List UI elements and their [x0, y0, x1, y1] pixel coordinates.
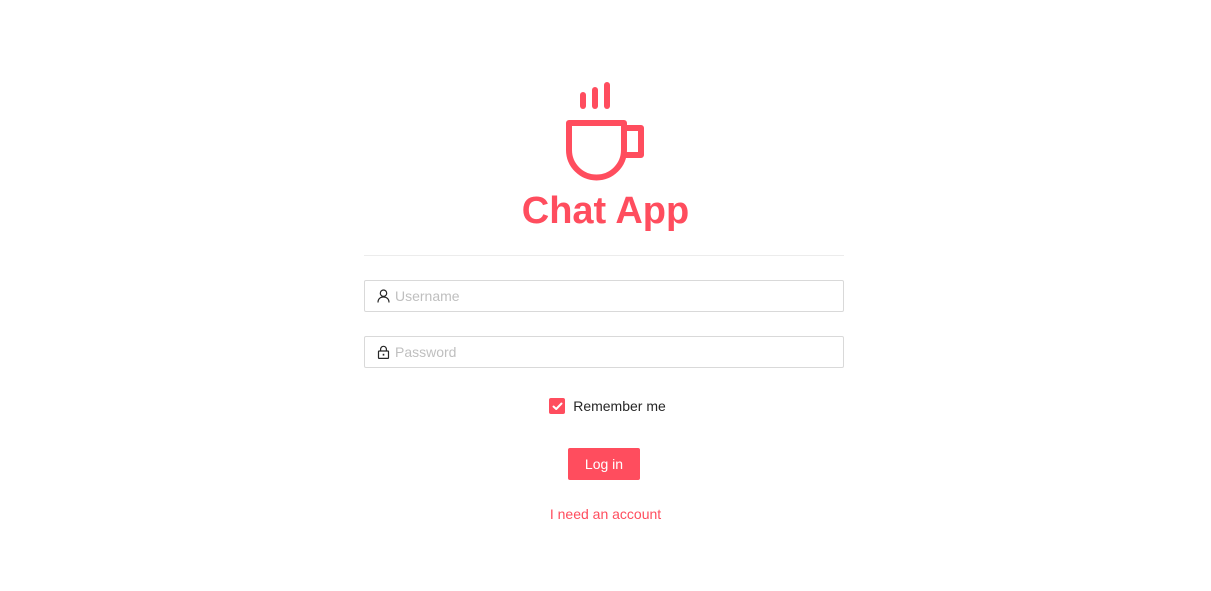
- coffee-cup-icon: [565, 82, 644, 181]
- header-divider: [364, 255, 844, 256]
- register-link[interactable]: I need an account: [0, 506, 1211, 522]
- password-field[interactable]: [364, 336, 844, 368]
- username-field[interactable]: [364, 280, 844, 312]
- remember-checkbox[interactable]: [549, 398, 566, 414]
- brand-header: Chat App: [0, 82, 1211, 234]
- username-input[interactable]: [395, 282, 843, 310]
- remember-label: Remember me: [573, 398, 666, 414]
- lock-icon: [376, 345, 390, 359]
- password-input[interactable]: [395, 338, 843, 366]
- login-button[interactable]: Log in: [568, 448, 640, 480]
- remember-me[interactable]: Remember me: [0, 398, 1211, 414]
- login-page: Chat App Remember me Log in: [0, 0, 1211, 591]
- app-title: Chat App: [521, 190, 690, 232]
- checkmark-icon: [552, 402, 563, 410]
- user-icon: [376, 289, 390, 303]
